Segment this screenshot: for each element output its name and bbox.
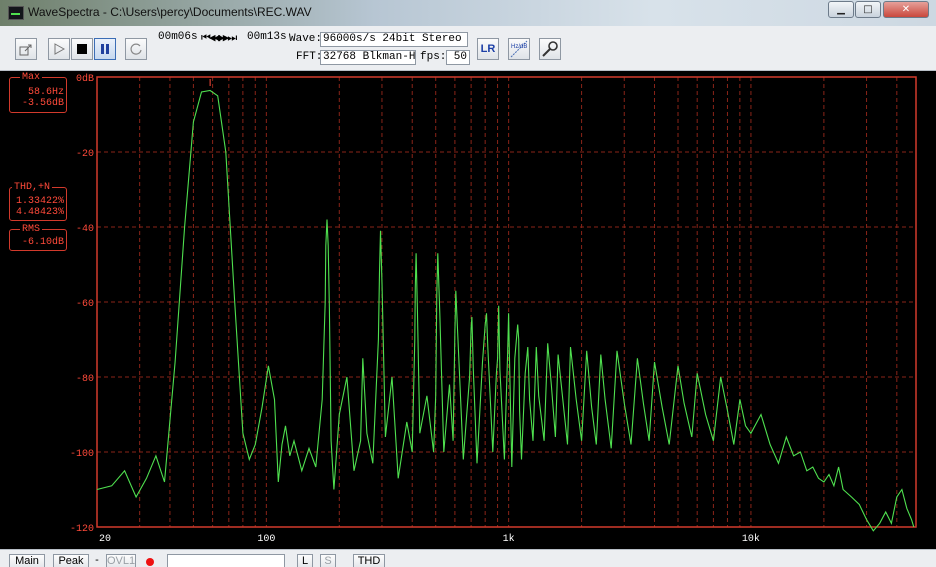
lr-channel-button[interactable]: LR bbox=[477, 38, 499, 60]
settings-button[interactable] bbox=[539, 38, 561, 60]
pause-icon bbox=[101, 44, 109, 54]
fft-label: FFT: bbox=[296, 51, 323, 63]
minimize-icon: ▁ bbox=[837, 4, 845, 15]
open-file-icon bbox=[19, 44, 32, 56]
close-icon: ✕ bbox=[901, 4, 911, 15]
max-label: Max bbox=[20, 72, 43, 83]
play-icon bbox=[54, 43, 65, 55]
status-bar: Main Peak - OVL1 L S THD bbox=[0, 549, 936, 567]
title-bar[interactable]: WaveSpectra - C:\Users\percy\Documents\R… bbox=[0, 0, 936, 26]
fft-setting-field[interactable]: 32768 Blkman-H7 bbox=[320, 50, 416, 65]
fps-field[interactable]: 50 bbox=[446, 50, 470, 65]
fps-label: fps: bbox=[420, 51, 447, 63]
toolbar: 00m06s ⏮◀◀▶▶⏭ 00m13s Wave: 96000s/s 24bi… bbox=[0, 26, 936, 90]
x-tick-label: 10k bbox=[742, 533, 760, 545]
rms-label: RMS bbox=[20, 224, 43, 235]
thd-label: THD,+N bbox=[12, 182, 53, 193]
maximize-icon: □ bbox=[863, 4, 873, 15]
left-channel-button[interactable]: L bbox=[297, 554, 313, 567]
rms-value: -6.10dB bbox=[21, 237, 64, 248]
thd-readout: THD,+N 1.33422% 4.48423% bbox=[9, 182, 67, 221]
x-tick-label: 1k bbox=[503, 533, 515, 545]
open-file-button[interactable] bbox=[15, 38, 37, 60]
status-dash: - bbox=[95, 554, 99, 566]
seek-buttons[interactable]: ⏮◀◀▶▶⏭ bbox=[201, 31, 237, 45]
app-icon bbox=[8, 6, 24, 20]
y-tick-label: -60 bbox=[76, 299, 94, 310]
pause-button[interactable] bbox=[94, 38, 116, 60]
wave-label: Wave: bbox=[289, 33, 323, 45]
x-tick-label: 100 bbox=[257, 534, 275, 545]
play-button[interactable] bbox=[48, 38, 70, 60]
lr-icon: LR bbox=[480, 43, 496, 55]
spectrum-chart: 0dB -20 -40 -60 -80 -100 -120 20 100 1k 10k bbox=[70, 73, 917, 545]
maximize-button[interactable]: □ bbox=[855, 1, 881, 18]
s-button[interactable]: S bbox=[320, 554, 336, 567]
thd-button[interactable]: THD bbox=[353, 554, 385, 567]
stop-icon bbox=[77, 44, 87, 54]
hz-db-icon: Hz/dB bbox=[510, 40, 528, 58]
y-tick-label: 0dB bbox=[76, 73, 94, 85]
max-frequency: 58.6Hz bbox=[27, 87, 64, 98]
ovl-button[interactable]: OVL1 bbox=[106, 554, 136, 567]
minimize-button[interactable]: ▁ bbox=[828, 1, 854, 18]
record-indicator-icon bbox=[146, 558, 154, 566]
window-title: WaveSpectra - C:\Users\percy\Documents\R… bbox=[28, 5, 312, 19]
time-start: 00m06s bbox=[158, 31, 198, 43]
main-button[interactable]: Main bbox=[9, 554, 45, 567]
seek-end-icon[interactable]: ⏭ bbox=[227, 33, 237, 45]
x-tick-label: 20 bbox=[99, 534, 111, 545]
rewind-icon[interactable]: ◀◀ bbox=[209, 33, 220, 45]
repeat-button[interactable] bbox=[125, 38, 147, 60]
y-tick-label: -20 bbox=[76, 149, 94, 160]
wave-format-field: 96000s/s 24bit Stereo bbox=[320, 32, 468, 47]
max-level: -3.56dB bbox=[21, 98, 64, 109]
seek-start-icon[interactable]: ⏮ bbox=[201, 33, 211, 45]
y-tick-label: -80 bbox=[76, 374, 94, 385]
hz-db-scale-button[interactable]: Hz/dB bbox=[508, 38, 530, 60]
wrench-icon bbox=[542, 41, 558, 57]
thd-value-2: 4.48423% bbox=[15, 207, 64, 218]
stop-button[interactable] bbox=[71, 38, 93, 60]
spectrum-display[interactable]: 0dB -20 -40 -60 -80 -100 -120 20 100 1k 10k Max 58… bbox=[0, 71, 936, 549]
hz-db-icon-text: Hz/dB bbox=[511, 44, 527, 50]
peak-button[interactable]: Peak bbox=[53, 554, 89, 567]
thd-value-1: 1.33422% bbox=[15, 196, 64, 207]
y-tick-label: -40 bbox=[76, 224, 94, 235]
repeat-icon bbox=[130, 43, 142, 55]
time-end: 00m13s bbox=[247, 31, 287, 43]
y-tick-label: -120 bbox=[70, 524, 94, 535]
max-readout: Max 58.6Hz -3.56dB bbox=[9, 72, 67, 113]
app-window: WaveSpectra - C:\Users\percy\Documents\R… bbox=[0, 0, 936, 567]
close-button[interactable]: ✕ bbox=[883, 1, 929, 18]
spectrum-trace bbox=[96, 89, 915, 532]
y-tick-label: -100 bbox=[70, 449, 94, 460]
rms-readout: RMS -6.10dB bbox=[9, 224, 67, 251]
status-text-field bbox=[167, 554, 285, 567]
